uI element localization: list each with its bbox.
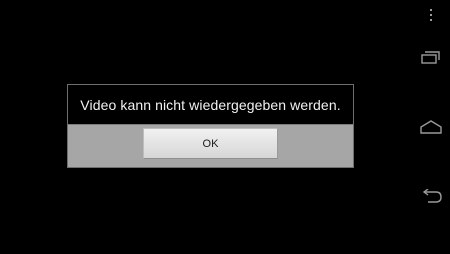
overflow-menu-button[interactable]: [412, 4, 450, 26]
home-button[interactable]: [412, 114, 450, 140]
recent-apps-icon: [421, 51, 440, 64]
dialog-button-bar: OK: [68, 124, 353, 167]
overflow-menu-icon: [430, 9, 432, 21]
back-icon: [422, 189, 442, 203]
video-player-area: Video kann nicht wiedergegeben werden. O…: [0, 0, 412, 254]
ok-button[interactable]: OK: [143, 128, 278, 159]
device-screen: Video kann nicht wiedergegeben werden. O…: [0, 0, 450, 254]
back-button[interactable]: [412, 184, 450, 210]
system-navigation-bar: [412, 0, 450, 254]
error-dialog: Video kann nicht wiedergegeben werden. O…: [67, 84, 354, 168]
recent-apps-button[interactable]: [412, 44, 450, 70]
home-icon: [420, 120, 442, 134]
dialog-message: Video kann nicht wiedergegeben werden.: [68, 85, 353, 124]
